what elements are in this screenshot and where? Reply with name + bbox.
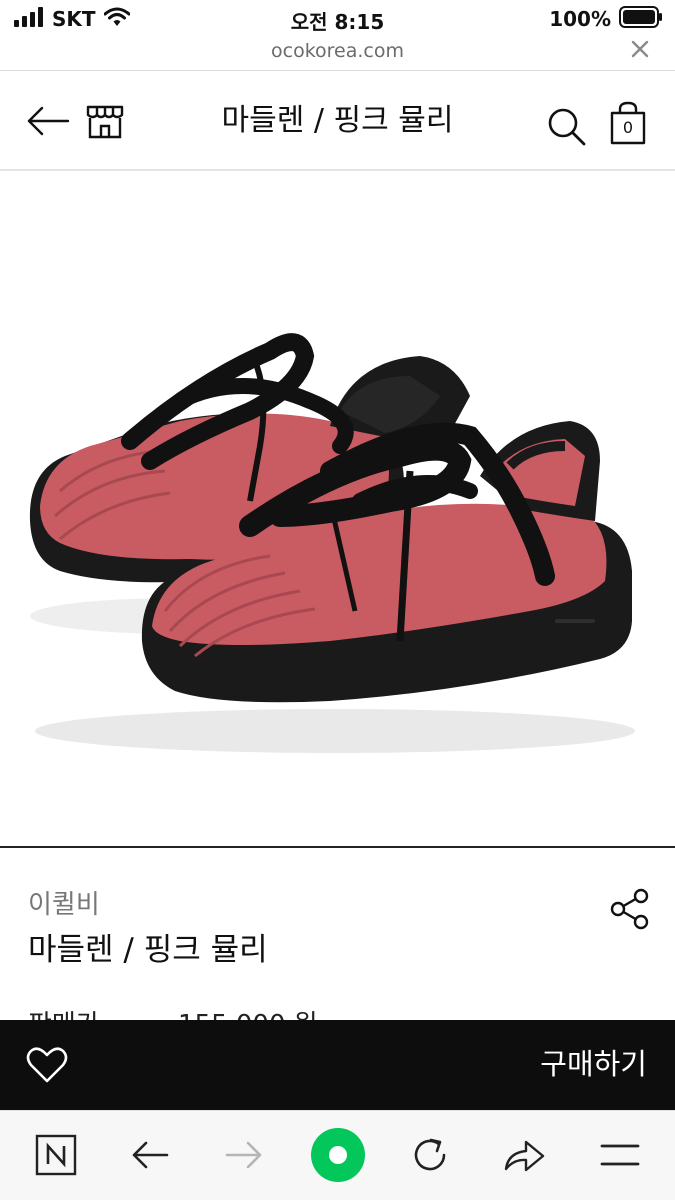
menu-icon[interactable]	[596, 1131, 644, 1179]
buy-button[interactable]: 구매하기	[540, 1044, 647, 1084]
url-bar[interactable]: ocokorea.com	[0, 36, 675, 70]
share-icon[interactable]	[610, 888, 650, 934]
battery-percent: 100%	[549, 7, 611, 31]
forward-arrow-icon[interactable]	[220, 1131, 268, 1179]
reload-icon[interactable]	[406, 1131, 454, 1179]
shopping-bag-icon[interactable]: 0	[610, 101, 646, 149]
buy-bar: 구매하기	[0, 1020, 675, 1110]
cart-count: 0	[622, 118, 634, 137]
green-dot-icon[interactable]	[308, 1125, 368, 1185]
divider	[0, 846, 675, 848]
status-right: 100%	[549, 5, 663, 33]
browser-nav	[0, 1110, 675, 1200]
status-bar: SKT 오전 8:15 100%	[0, 0, 675, 38]
heart-icon[interactable]	[26, 1046, 68, 1088]
share-arrow-icon[interactable]	[500, 1131, 548, 1179]
search-icon[interactable]	[547, 107, 587, 151]
page-header: 마들렌 / 핑크 뮬리 0	[0, 71, 675, 169]
product-image[interactable]	[0, 171, 675, 846]
battery-icon	[619, 5, 663, 33]
brand-name[interactable]: 이퀼비	[28, 888, 100, 922]
naver-home-icon[interactable]	[32, 1131, 80, 1179]
product-name: 마들렌 / 핑크 뮬리	[28, 932, 268, 968]
back-arrow-icon[interactable]	[126, 1131, 174, 1179]
close-icon[interactable]	[631, 40, 649, 64]
